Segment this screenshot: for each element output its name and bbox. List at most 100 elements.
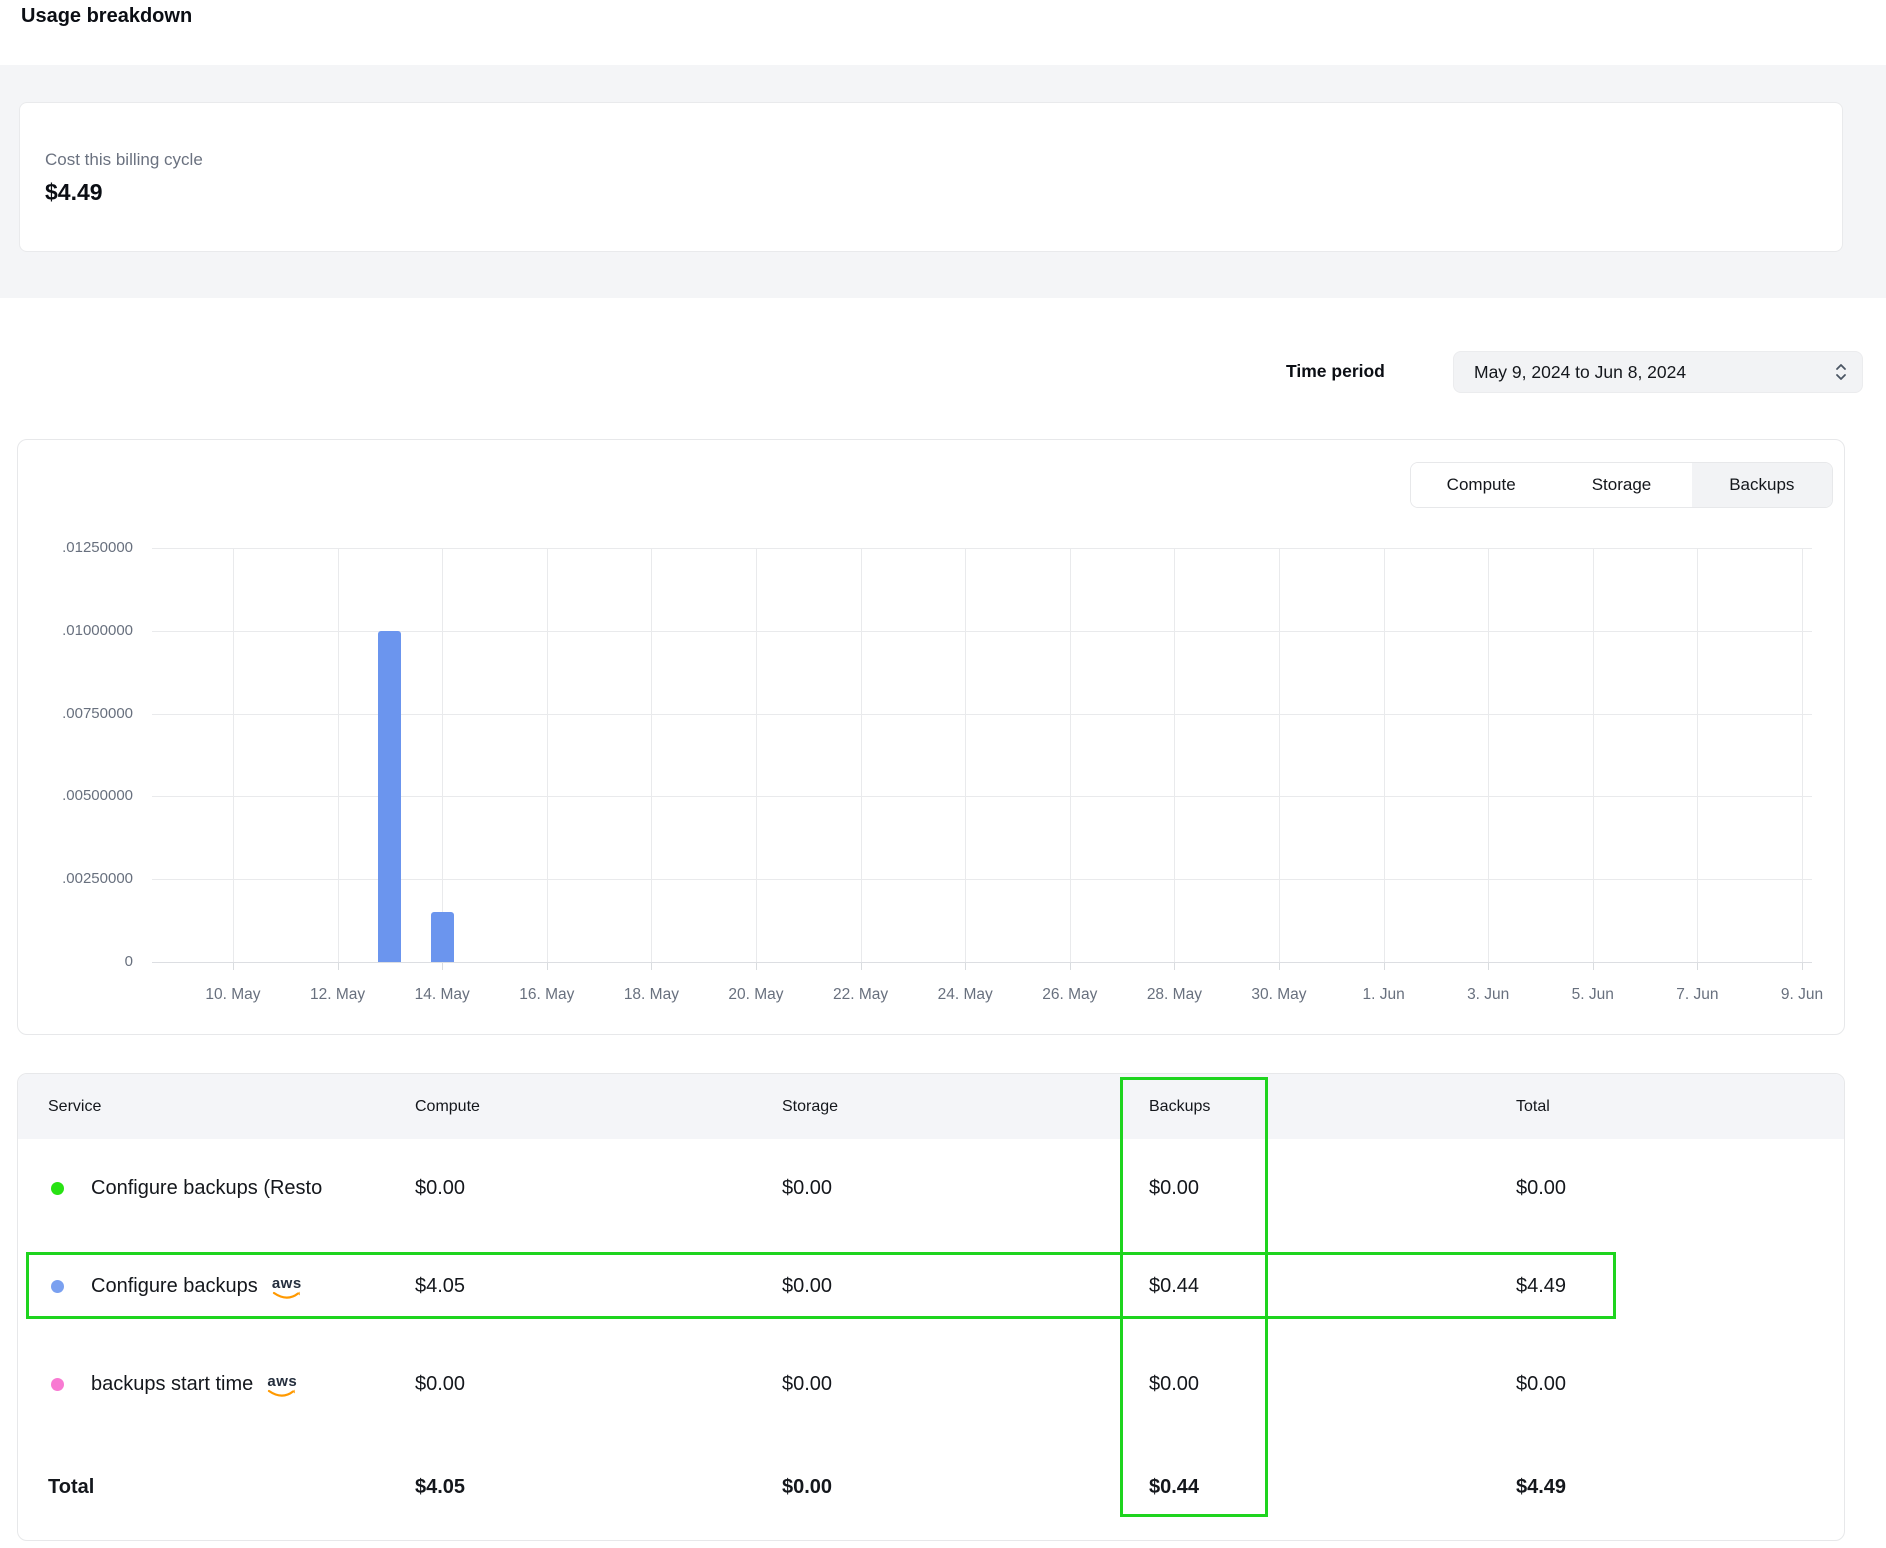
table-row[interactable]: Configure backups (Resto$0.00$0.00$0.00$…: [18, 1139, 1844, 1237]
service-legend-dot: [51, 1182, 64, 1195]
service-legend-dot: [51, 1280, 64, 1293]
x-axis-line: [152, 962, 1812, 963]
tab-backups[interactable]: Backups: [1692, 463, 1832, 507]
tab-storage[interactable]: Storage: [1551, 463, 1691, 507]
cost-cell: $4.49: [1516, 1237, 1566, 1335]
y-axis-tick-label: 0: [23, 953, 133, 970]
usage-chart-panel: [17, 439, 1845, 1035]
x-axis-tick-label: 22. May: [809, 986, 913, 1004]
table-total-row: Total $4.05 $0.00 $0.44 $4.49: [18, 1433, 1844, 1541]
cost-cell: $4.05: [415, 1237, 465, 1335]
x-axis-tick: [1279, 962, 1280, 970]
x-axis-tick-label: 12. May: [286, 986, 390, 1004]
x-axis-tick-label: 30. May: [1227, 986, 1331, 1004]
x-grid-line: [233, 548, 234, 962]
chart-bar[interactable]: [431, 912, 454, 962]
cost-cell: $0.00: [415, 1335, 465, 1433]
page-title: Usage breakdown: [21, 5, 192, 28]
x-axis-tick: [1802, 962, 1803, 970]
x-grid-line: [1697, 548, 1698, 962]
time-period-label: Time period: [1286, 361, 1385, 382]
x-axis-tick-label: 9. Jun: [1750, 986, 1854, 1004]
x-grid-line: [1488, 548, 1489, 962]
x-axis-tick: [756, 962, 757, 970]
time-period-value: May 9, 2024 to Jun 8, 2024: [1474, 362, 1834, 383]
y-axis-tick-label: .00500000: [23, 787, 133, 804]
billing-cycle-card: [19, 102, 1843, 252]
x-axis-tick: [1070, 962, 1071, 970]
cost-cell: $0.00: [782, 1139, 832, 1237]
x-axis-tick-label: 24. May: [913, 986, 1017, 1004]
x-axis-tick: [1593, 962, 1594, 970]
total-cost-cell: $0.44: [1149, 1433, 1199, 1541]
aws-logo-icon: aws: [267, 1374, 297, 1398]
x-axis-tick: [1384, 962, 1385, 970]
x-axis-tick-label: 28. May: [1122, 986, 1226, 1004]
y-axis-tick-label: .01000000: [23, 622, 133, 639]
x-axis-tick-label: 18. May: [599, 986, 703, 1004]
x-grid-line: [442, 548, 443, 962]
column-header-service: Service: [48, 1074, 101, 1139]
service-name: Configure backups (Resto: [91, 1139, 391, 1237]
table-header-row: ServiceComputeStorageBackupsTotal: [18, 1074, 1844, 1139]
tab-compute[interactable]: Compute: [1411, 463, 1551, 507]
service-legend-dot: [51, 1378, 64, 1391]
x-grid-line: [1593, 548, 1594, 962]
column-header-backups: Backups: [1149, 1074, 1210, 1139]
y-axis-tick-label: .01250000: [23, 539, 133, 556]
usage-breakdown-page: Usage breakdown Cost this billing cycle …: [0, 0, 1886, 1548]
y-grid-line: [152, 548, 1812, 549]
time-period-select[interactable]: May 9, 2024 to Jun 8, 2024: [1453, 351, 1863, 393]
table-row[interactable]: backups start timeaws $0.00 $0.00 $0.00 $0.0…: [18, 1335, 1844, 1433]
billing-summary-band: [0, 65, 1886, 298]
x-axis-tick-label: 1. Jun: [1332, 986, 1436, 1004]
y-grid-line: [152, 631, 1812, 632]
aws-logo-icon: aws: [272, 1276, 302, 1300]
total-cost-cell: $0.00: [782, 1433, 832, 1541]
x-axis-tick-label: 10. May: [181, 986, 285, 1004]
x-grid-line: [547, 548, 548, 962]
cost-cell: $0.00: [782, 1335, 832, 1433]
x-axis-tick: [233, 962, 234, 970]
billing-cycle-label: Cost this billing cycle: [45, 150, 203, 170]
x-axis-tick: [651, 962, 652, 970]
x-grid-line: [1384, 548, 1385, 962]
x-axis-tick-label: 7. Jun: [1645, 986, 1749, 1004]
x-axis-tick-label: 16. May: [495, 986, 599, 1004]
x-axis-tick: [442, 962, 443, 970]
x-grid-line: [1279, 548, 1280, 962]
x-axis-tick: [1697, 962, 1698, 970]
cost-cell: $0.44: [1149, 1237, 1199, 1335]
total-row-label: Total: [48, 1433, 94, 1541]
y-axis-tick-label: .00750000: [23, 705, 133, 722]
service-name: Configure backupsaws: [91, 1237, 391, 1335]
chart-bar[interactable]: [378, 631, 401, 962]
table-row[interactable]: Configure backupsaws $4.05 $0.00 $0.44 $4.49: [18, 1237, 1844, 1335]
x-grid-line: [651, 548, 652, 962]
x-grid-line: [756, 548, 757, 962]
billing-cycle-amount: $4.49: [45, 179, 103, 206]
total-cost-cell: $4.49: [1516, 1433, 1566, 1541]
x-axis-tick: [1174, 962, 1175, 970]
x-grid-line: [338, 548, 339, 962]
x-axis-tick-label: 3. Jun: [1436, 986, 1540, 1004]
x-axis-tick: [338, 962, 339, 970]
cost-cell: $0.00: [1149, 1139, 1199, 1237]
column-header-storage: Storage: [782, 1074, 838, 1139]
cost-cell: $0.00: [1516, 1335, 1566, 1433]
usage-table: ServiceComputeStorageBackupsTotal Config…: [17, 1073, 1845, 1541]
x-axis-tick: [965, 962, 966, 970]
total-cost-cell: $4.05: [415, 1433, 465, 1541]
x-axis-tick-label: 5. Jun: [1541, 986, 1645, 1004]
cost-cell: $0.00: [1149, 1335, 1199, 1433]
y-axis-tick-label: .00250000: [23, 870, 133, 887]
x-axis-tick: [1488, 962, 1489, 970]
cost-cell: $0.00: [415, 1139, 465, 1237]
x-axis-tick: [861, 962, 862, 970]
column-header-total: Total: [1516, 1074, 1550, 1139]
x-grid-line: [1174, 548, 1175, 962]
x-grid-line: [965, 548, 966, 962]
chart-metric-tabs: ComputeStorageBackups: [1410, 462, 1833, 508]
service-name: backups start timeaws: [91, 1335, 391, 1433]
cost-cell: $0.00: [782, 1237, 832, 1335]
